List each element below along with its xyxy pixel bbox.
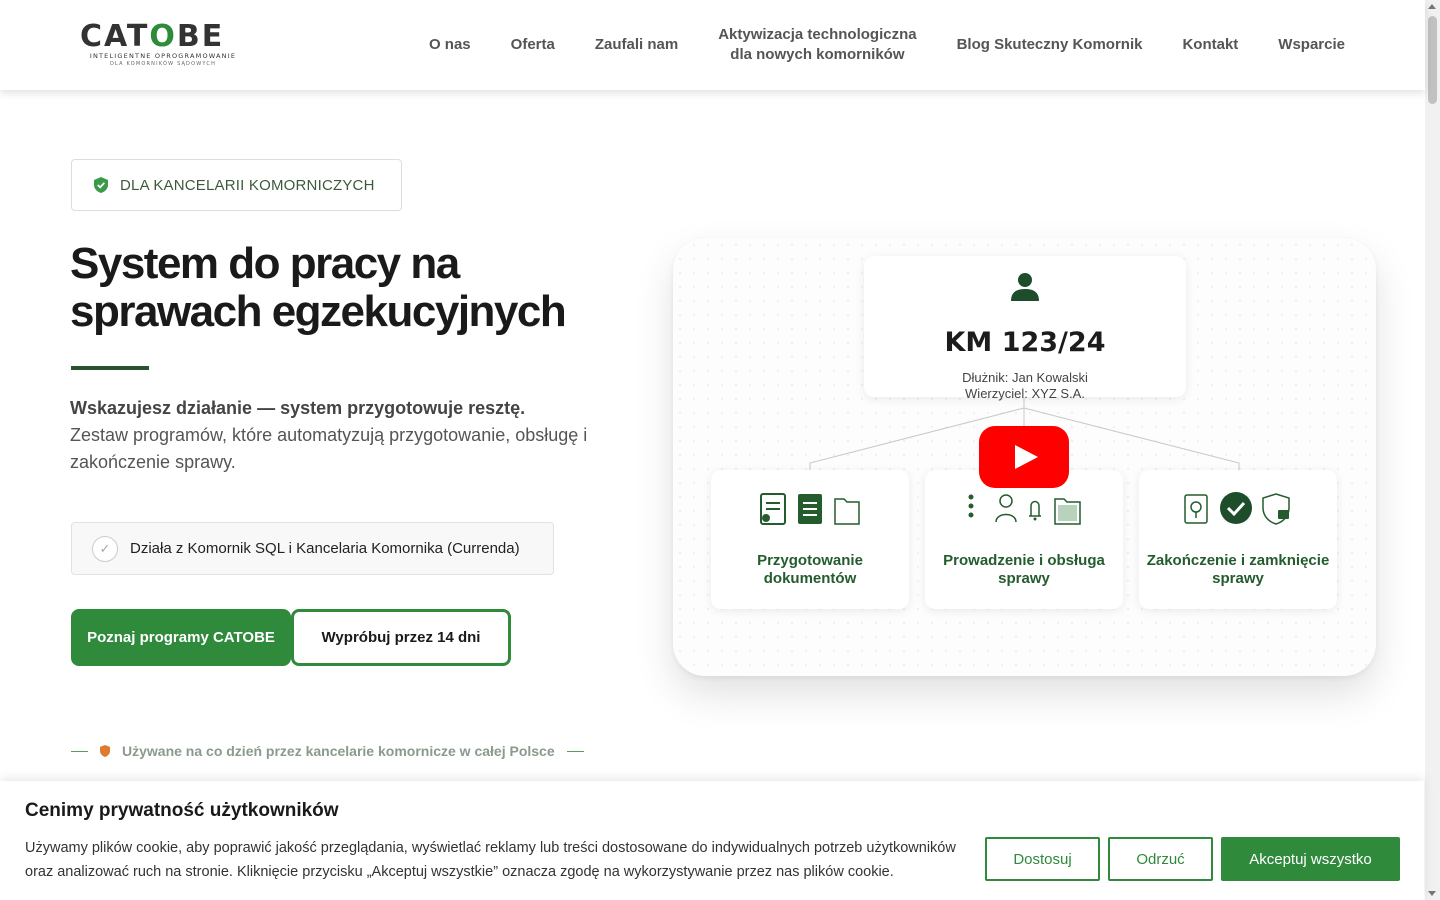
- scroll-down-arrow-icon[interactable]: [1428, 891, 1436, 896]
- case-debtor: Dłużnik: Jan Kowalski: [962, 370, 1088, 385]
- step-closing-label: Zakończenie i zamknięcie sprawy: [1139, 552, 1337, 588]
- step-handling-line2: sprawy: [998, 570, 1050, 587]
- step-documents-line2: dokumentów: [763, 570, 857, 587]
- logo-tagline: INTELIGENTNE OPROGRAMOWANIE: [89, 52, 237, 60]
- check-icon: ✓: [92, 535, 118, 562]
- person-icon: [995, 494, 1017, 523]
- cookie-banner: Cenimy prywatność użytkowników Używamy p…: [0, 781, 1424, 900]
- compatibility-pill: ✓ Działa z Komornik SQL i Kancelaria Kom…: [71, 522, 554, 575]
- case-creditor: Wierzyciel: XYZ S.A.: [965, 386, 1085, 401]
- case-number: KM 123/24: [944, 327, 1106, 358]
- step-documents: Przygotowanie dokumentów: [711, 470, 909, 609]
- cookie-title: Cenimy prywatność użytkowników: [25, 800, 339, 821]
- hero-lead-bold: Wskazujesz działanie — system przygotowu…: [70, 398, 526, 418]
- user-icon: [1011, 273, 1039, 301]
- hero-title-line2: sprawach egzekucyjnych: [70, 287, 567, 336]
- logo-wordmark: CATOBE: [80, 19, 225, 54]
- scroll-thumb[interactable]: [1428, 16, 1437, 104]
- step-documents-icons: [760, 493, 860, 525]
- nav-o-nas[interactable]: O nas: [409, 35, 491, 55]
- folder-icon: [834, 498, 860, 525]
- main-nav: O nas Oferta Zaufali nam Aktywizacja tec…: [409, 0, 1365, 90]
- step-handling-icons: [968, 494, 1081, 525]
- cookie-customize-button[interactable]: Dostosuj: [985, 837, 1100, 881]
- discover-programs-button[interactable]: Poznaj programy CATOBE: [71, 609, 291, 666]
- cookie-reject-button[interactable]: Odrzuć: [1108, 837, 1213, 881]
- certificate-icon: [1184, 494, 1208, 524]
- badge-text: DLA KANCELARII KOMORNICZYCH: [120, 176, 375, 194]
- site-header: CATOBE INTELIGENTNE OPROGRAMOWANIE DLA K…: [0, 0, 1425, 90]
- audience-badge: DLA KANCELARII KOMORNICZYCH: [71, 159, 402, 211]
- more-vertical-icon: [968, 494, 974, 518]
- divider-right: [566, 750, 584, 752]
- nav-aktywizacja[interactable]: Aktywizacja technologiczna dla nowych ko…: [698, 25, 936, 65]
- nav-blog[interactable]: Blog Skuteczny Komornik: [937, 35, 1163, 55]
- shield-lock-icon: [1262, 493, 1290, 525]
- nav-wsparcie[interactable]: Wsparcie: [1258, 35, 1365, 55]
- shield-icon: [100, 745, 110, 757]
- hero-title: System do pracy na sprawach egzekucyjnyc…: [70, 240, 630, 336]
- intro-video[interactable]: KM 123/24 Dłużnik: Jan Kowalski Wierzyci…: [673, 238, 1376, 676]
- logo-tagline-secondary: DLA KOMORNIKÓW SĄDOWYCH: [109, 61, 217, 67]
- check-circle-icon: [1220, 492, 1252, 524]
- trial-button[interactable]: Wypróbuj przez 14 dni: [291, 609, 511, 666]
- step-handling: Prowadzenie i obsługa sprawy: [925, 470, 1123, 609]
- nav-oferta[interactable]: Oferta: [491, 35, 575, 55]
- catobe-logo[interactable]: CATOBE INTELIGENTNE OPROGRAMOWANIE DLA K…: [80, 22, 250, 70]
- nav-kontakt[interactable]: Kontakt: [1162, 35, 1258, 55]
- step-closing-line1: Zakończenie i zamknięcie: [1146, 552, 1330, 569]
- nav-zaufali-nam[interactable]: Zaufali nam: [575, 35, 698, 55]
- step-documents-line1: Przygotowanie: [757, 552, 863, 569]
- used-by-text: Używane na co dzień przez kancelarie kom…: [122, 743, 555, 759]
- nav-aktywizacja-line1: Aktywizacja technologiczna: [718, 26, 917, 43]
- used-by-strip: Używane na co dzień przez kancelarie kom…: [71, 740, 611, 762]
- case-card: KM 123/24 Dłużnik: Jan Kowalski Wierzyci…: [864, 256, 1186, 401]
- divider-left: [71, 750, 88, 752]
- document-edit-icon: [760, 493, 786, 525]
- step-closing: Zakończenie i zamknięcie sprawy: [1139, 470, 1337, 609]
- hero-lead: Wskazujesz działanie — system przygotowu…: [70, 395, 590, 476]
- step-closing-icons: [1184, 492, 1290, 525]
- document-icon: [798, 494, 822, 524]
- shield-check-icon: [94, 177, 108, 193]
- youtube-play-icon[interactable]: [979, 426, 1069, 488]
- hero-title-line1: System do pracy na: [70, 239, 460, 288]
- step-handling-line1: Prowadzenie i obsługa: [943, 552, 1105, 569]
- case-parties: Dłużnik: Jan Kowalski Wierzyciel: XYZ S.…: [864, 370, 1186, 402]
- nav-aktywizacja-line2: dla nowych komorników: [730, 46, 905, 63]
- step-handling-label: Prowadzenie i obsługa sprawy: [925, 552, 1123, 588]
- hero-lead-text: Zestaw programów, które automatyzują prz…: [70, 425, 588, 472]
- cookie-accept-all-button[interactable]: Akceptuj wszystko: [1221, 837, 1400, 881]
- compatibility-text: Działa z Komornik SQL i Kancelaria Komor…: [130, 540, 520, 557]
- cookie-text: Używamy plików cookie, aby poprawić jako…: [25, 840, 956, 880]
- title-underline: [71, 366, 149, 370]
- folder-filled-icon: [1054, 498, 1081, 525]
- page-scrollbar[interactable]: [1425, 0, 1440, 900]
- step-closing-line2: sprawy: [1212, 570, 1264, 587]
- step-documents-label: Przygotowanie dokumentów: [711, 552, 909, 588]
- bell-icon: [1029, 500, 1041, 521]
- scroll-up-arrow-icon[interactable]: [1428, 4, 1436, 9]
